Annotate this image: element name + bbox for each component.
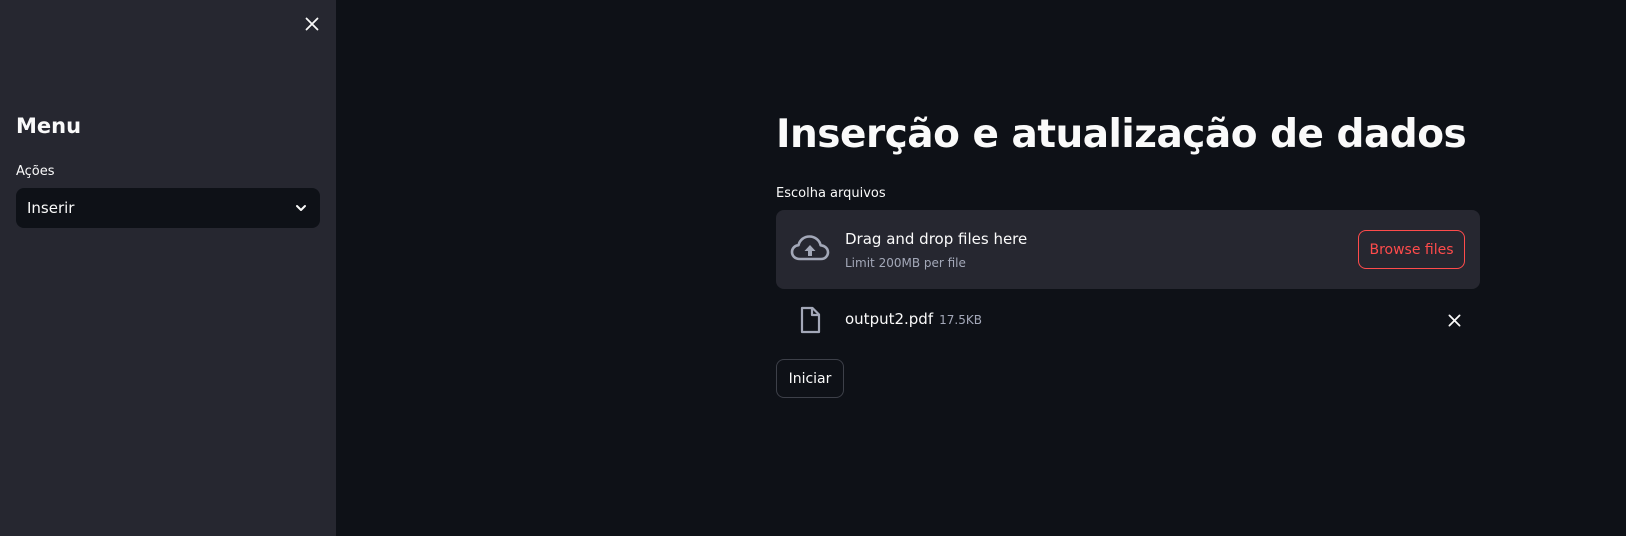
cloud-upload-icon bbox=[790, 235, 830, 261]
browse-files-button[interactable]: Browse files bbox=[1358, 230, 1465, 269]
chevron-down-icon bbox=[296, 205, 306, 211]
sidebar: Menu Ações Inserir bbox=[0, 0, 336, 536]
file-size: 17.5KB bbox=[939, 313, 982, 327]
sidebar-close-button[interactable] bbox=[300, 12, 324, 36]
actions-select-value: Inserir bbox=[27, 199, 75, 217]
file-uploader-label: Escolha arquivos bbox=[776, 186, 886, 201]
uploaded-file-item: output2.pdf 17.5KB bbox=[776, 302, 1480, 338]
dropzone-limit: Limit 200MB per file bbox=[845, 256, 966, 270]
page-title: Inserção e atualização de dados bbox=[776, 112, 1467, 157]
dropzone-title: Drag and drop files here bbox=[845, 230, 1028, 248]
close-icon bbox=[305, 17, 319, 31]
file-name-text: output2.pdf bbox=[845, 310, 934, 328]
sidebar-title: Menu bbox=[16, 114, 82, 138]
file-dropzone[interactable]: Drag and drop files here Limit 200MB per… bbox=[776, 210, 1480, 289]
start-button[interactable]: Iniciar bbox=[776, 359, 844, 398]
file-name: output2.pdf 17.5KB bbox=[845, 310, 982, 328]
close-icon bbox=[1448, 314, 1460, 326]
actions-select-label: Ações bbox=[16, 164, 55, 179]
file-icon bbox=[800, 306, 821, 334]
actions-select[interactable]: Inserir bbox=[16, 188, 320, 228]
remove-file-button[interactable] bbox=[1444, 310, 1464, 330]
